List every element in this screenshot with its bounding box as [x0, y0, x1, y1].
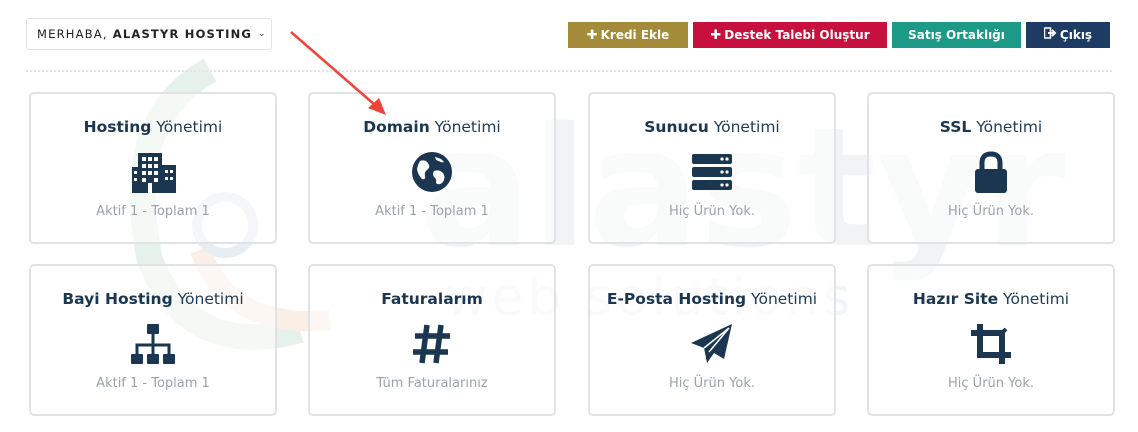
domain-management-card[interactable]: Domain Yönetimi Aktif 1 - Toplam 1 — [308, 92, 556, 244]
paper-plane-icon — [689, 321, 735, 367]
server-icon — [689, 149, 735, 195]
card-title: E-Posta Hosting Yönetimi — [590, 290, 834, 308]
crop-icon — [968, 321, 1014, 367]
card-title-rest: Yönetimi — [971, 118, 1043, 136]
logout-icon — [1043, 27, 1057, 43]
card-title-rest: Yönetimi — [746, 290, 818, 308]
card-title: Hosting Yönetimi — [31, 118, 275, 136]
card-title-rest: Yönetimi — [151, 118, 223, 136]
email-hosting-card[interactable]: E-Posta Hosting Yönetimi Hiç Ürün Yok. — [588, 264, 836, 416]
card-title: SSL Yönetimi — [869, 118, 1113, 136]
plus-icon: ✚ — [586, 27, 598, 43]
create-support-ticket-button[interactable]: ✚ Destek Talebi Oluştur — [693, 22, 887, 48]
card-title-rest: Yönetimi — [172, 290, 244, 308]
affiliate-label: Satış Ortaklığı — [908, 28, 1005, 42]
card-status: Hiç Ürün Yok. — [948, 376, 1034, 391]
header-divider — [26, 70, 1112, 72]
support-ticket-label: Destek Talebi Oluştur — [724, 28, 870, 42]
card-title: Faturalarım — [310, 290, 554, 308]
hosting-management-card[interactable]: Hosting Yönetimi Aktif 1 - Toplam 1 — [29, 92, 277, 244]
card-title-bold: Hazır Site — [912, 290, 999, 308]
card-title-bold: Faturalarım — [381, 290, 483, 308]
card-title: Domain Yönetimi — [310, 118, 554, 136]
card-title-rest: Yönetimi — [998, 290, 1070, 308]
card-status: Hiç Ürün Yok. — [948, 204, 1034, 219]
card-status: Aktif 1 - Toplam 1 — [375, 204, 489, 219]
card-title-bold: SSL — [939, 118, 972, 136]
add-credit-button[interactable]: ✚ Kredi Ekle — [568, 22, 688, 48]
card-status: Aktif 1 - Toplam 1 — [96, 204, 210, 219]
greeting-label: MERHABA, — [37, 27, 108, 41]
card-status: Hiç Ürün Yok. — [669, 204, 755, 219]
card-status: Hiç Ürün Yok. — [669, 376, 755, 391]
ready-site-card[interactable]: Hazır Site Yönetimi Hiç Ürün Yok. — [867, 264, 1115, 416]
card-title-bold: Domain — [363, 118, 430, 136]
top-action-buttons: ✚ Kredi Ekle ✚ Destek Talebi Oluştur Sat… — [568, 22, 1110, 48]
building-icon — [130, 149, 176, 195]
card-title-bold: E-Posta Hosting — [606, 290, 747, 308]
chevron-down-icon: ⌄ — [258, 29, 267, 39]
add-credit-label: Kredi Ekle — [600, 28, 670, 42]
card-status: Aktif 1 - Toplam 1 — [96, 376, 210, 391]
ssl-management-card[interactable]: SSL Yönetimi Hiç Ürün Yok. — [867, 92, 1115, 244]
lock-icon — [968, 149, 1014, 195]
card-title-bold: Sunucu — [644, 118, 709, 136]
globe-icon — [409, 149, 455, 195]
invoices-card[interactable]: Faturalarım Tüm Faturalarınız — [308, 264, 556, 416]
card-title: Hazır Site Yönetimi — [869, 290, 1113, 308]
user-name-label: ALASTYR HOSTING — [112, 27, 253, 41]
card-title-rest: Yönetimi — [429, 118, 501, 136]
server-management-card[interactable]: Sunucu Yönetimi Hiç Ürün Yok. — [588, 92, 836, 244]
user-menu-dropdown[interactable]: MERHABA, ALASTYR HOSTING ⌄ — [26, 18, 272, 50]
plus-icon: ✚ — [710, 27, 722, 43]
logout-label: Çıkış — [1059, 28, 1093, 42]
card-title-bold: Bayi Hosting — [62, 290, 173, 308]
logout-button[interactable]: Çıkış — [1026, 22, 1110, 48]
card-title: Bayi Hosting Yönetimi — [31, 290, 275, 308]
sitemap-icon — [130, 321, 176, 367]
hashtag-icon — [409, 321, 455, 367]
card-title: Sunucu Yönetimi — [590, 118, 834, 136]
card-status: Tüm Faturalarınız — [376, 376, 488, 391]
card-title-rest: Yönetimi — [708, 118, 780, 136]
card-title-bold: Hosting — [83, 118, 152, 136]
affiliate-button[interactable]: Satış Ortaklığı — [892, 22, 1021, 48]
reseller-hosting-card[interactable]: Bayi Hosting Yönetimi Aktif 1 - Toplam 1 — [29, 264, 277, 416]
